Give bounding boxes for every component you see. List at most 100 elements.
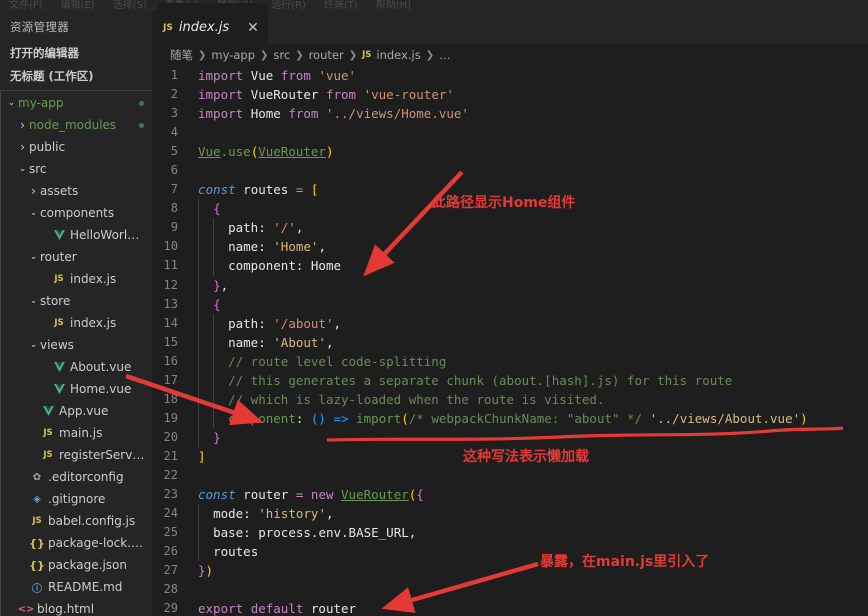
code-line-8[interactable]: 8 {	[152, 199, 868, 218]
tree-item-label: my-app	[18, 96, 64, 110]
code-line-17[interactable]: 17 // this generates a separate chunk (a…	[152, 371, 868, 390]
breadcrumb-item-1[interactable]: my-app	[211, 48, 255, 62]
tree-item-index.js[interactable]: JS index.js	[1, 268, 152, 290]
chevron-down-icon[interactable]: ⌄	[27, 340, 40, 349]
code-line-29[interactable]: 29 export default router	[152, 599, 868, 616]
tree-item-babel.config.js[interactable]: JS babel.config.js	[1, 510, 152, 532]
code-line-24[interactable]: 24 mode: 'history',	[152, 504, 868, 523]
breadcrumb-separator-icon: ❯	[425, 49, 435, 61]
editor-tab-index-js[interactable]: JS index.js ✕	[152, 11, 269, 44]
breadcrumb-item-0[interactable]: 随笔	[170, 47, 193, 63]
tree-item-store[interactable]: ⌄ store	[1, 290, 152, 312]
code-line-26[interactable]: 26 routes	[152, 542, 868, 561]
tree-item-readme.md[interactable]: ⓘ README.md	[1, 576, 152, 598]
tree-item-about.vue[interactable]: About.vue	[1, 356, 152, 378]
code-line-9[interactable]: 9 path: '/',	[152, 218, 868, 237]
tree-item-label: index.js	[70, 316, 117, 330]
tab-bar-empty-area	[268, 11, 868, 44]
code-line-10[interactable]: 10 name: 'Home',	[152, 237, 868, 256]
editor-tab-bar: JS index.js ✕	[152, 11, 868, 44]
code-line-text: {	[213, 201, 221, 217]
file-tree[interactable]: ⌄ my-app › node_modules › public ⌄ src › assets ⌄ c…	[0, 90, 152, 616]
code-line-2[interactable]: 2 import VueRouter from 'vue-router'	[152, 85, 868, 104]
code-line-19[interactable]: 19 component: () => import(/* webpackChu…	[152, 409, 868, 428]
js-file-icon: JS	[54, 274, 64, 284]
code-line-25[interactable]: 25 base: process.env.BASE_URL,	[152, 523, 868, 542]
chevron-down-icon[interactable]: ⌄	[27, 208, 40, 217]
code-line-5[interactable]: 5 Vue.use(VueRouter)	[152, 142, 868, 161]
tree-item-index.js[interactable]: JS index.js	[1, 312, 152, 334]
chevron-down-icon[interactable]: ⌄	[27, 296, 40, 305]
code-line-3[interactable]: 3 import Home from '../views/Home.vue'	[152, 104, 868, 123]
tree-item-app.vue[interactable]: App.vue	[1, 400, 152, 422]
menu-item-run[interactable]: 运行(R)	[262, 0, 315, 11]
explorer-sidebar: 资源管理器 打开的编辑器 无标题 (工作区) ⌄ my-app › node_modu…	[0, 11, 152, 616]
js-file-icon: JS	[54, 318, 64, 328]
code-editor[interactable]: 1 import Vue from 'vue' 2 import VueRouter …	[152, 66, 868, 616]
menu-item-terminal[interactable]: 终端(T)	[315, 0, 367, 11]
open-editors-section[interactable]: 打开的编辑器	[0, 42, 152, 64]
tree-item-node_modules[interactable]: › node_modules	[1, 114, 152, 136]
menu-item-edit[interactable]: 编辑(E)	[52, 0, 104, 11]
tree-item-views[interactable]: ⌄ views	[1, 334, 152, 356]
line-number: 1	[170, 68, 178, 82]
line-number: 15	[163, 334, 178, 349]
line-number: 14	[163, 315, 178, 330]
code-line-16[interactable]: 16 // route level code-splitting	[152, 352, 868, 371]
code-line-20[interactable]: 20 }	[152, 428, 868, 447]
menu-item-help[interactable]: 帮助(H)	[367, 0, 420, 11]
tree-item-.editorconfig[interactable]: ✿ .editorconfig	[1, 466, 152, 488]
breadcrumb-item-2[interactable]: src	[273, 48, 290, 62]
tree-item-helloworld.vue[interactable]: HelloWorld.vue	[1, 224, 152, 246]
line-number: 26	[163, 544, 178, 559]
code-line-1[interactable]: 1 import Vue from 'vue'	[152, 66, 868, 85]
tree-item-main.js[interactable]: JS main.js	[1, 422, 152, 444]
tree-item-my-app[interactable]: ⌄ my-app	[1, 92, 152, 114]
code-line-15[interactable]: 15 name: 'About',	[152, 333, 868, 352]
tree-item-label: babel.config.js	[48, 514, 136, 528]
tree-item-.gitignore[interactable]: ◈ .gitignore	[1, 488, 152, 510]
code-line-22[interactable]: 22	[152, 466, 868, 485]
tree-item-registerservicew...[interactable]: JS registerServiceW...	[1, 444, 152, 466]
tree-item-assets[interactable]: › assets	[1, 180, 152, 202]
tree-item-label: HelloWorld.vue	[70, 228, 146, 242]
tree-item-package-lock.json[interactable]: {} package-lock.json	[1, 532, 152, 554]
code-line-6[interactable]: 6	[152, 161, 868, 180]
code-line-11[interactable]: 11 component: Home	[152, 256, 868, 275]
chevron-right-icon[interactable]: ›	[16, 140, 29, 154]
tree-item-package.json[interactable]: {} package.json	[1, 554, 152, 576]
git-status-dot	[139, 101, 144, 106]
code-line-14[interactable]: 14 path: '/about',	[152, 314, 868, 333]
tree-item-public[interactable]: › public	[1, 136, 152, 158]
breadcrumb-item-3[interactable]: router	[309, 48, 344, 62]
tree-item-blog.html[interactable]: <> blog.html	[1, 598, 152, 616]
code-line-27[interactable]: 27})	[152, 561, 868, 580]
code-line-13[interactable]: 13 {	[152, 295, 868, 314]
code-line-23[interactable]: 23 const router = new VueRouter({	[152, 485, 868, 504]
breadcrumb-item-5[interactable]: …	[439, 48, 451, 62]
menu-item-select[interactable]: 选择(S)	[104, 0, 156, 11]
json-file-icon: {}	[29, 536, 45, 550]
code-line-18[interactable]: 18 // which is lazy-loaded when the rout…	[152, 390, 868, 409]
code-line-21[interactable]: 21]	[152, 447, 868, 466]
close-icon[interactable]: ✕	[247, 21, 259, 35]
breadcrumb[interactable]: 随笔 ❯ my-app ❯ src ❯ router ❯ JS index.js ❯…	[152, 44, 868, 66]
code-line-28[interactable]: 28	[152, 580, 868, 599]
chevron-right-icon[interactable]: ›	[27, 184, 40, 198]
chevron-right-icon[interactable]: ›	[16, 118, 29, 132]
tree-item-src[interactable]: ⌄ src	[1, 158, 152, 180]
chevron-down-icon[interactable]: ⌄	[27, 252, 40, 261]
chevron-down-icon[interactable]: ⌄	[5, 98, 18, 107]
chevron-down-icon[interactable]: ⌄	[16, 164, 29, 173]
code-line-4[interactable]: 4	[152, 123, 868, 142]
tree-item-home.vue[interactable]: Home.vue	[1, 378, 152, 400]
breadcrumb-item-4[interactable]: index.js	[376, 48, 420, 62]
line-number: 28	[163, 582, 178, 597]
code-line-12[interactable]: 12 },	[152, 276, 868, 295]
code-line-7[interactable]: 7 const routes = [	[152, 180, 868, 199]
tree-item-router[interactable]: ⌄ router	[1, 246, 152, 268]
menu-item-file[interactable]: 文件(F)	[0, 0, 52, 11]
workspace-section[interactable]: 无标题 (工作区)	[0, 64, 152, 88]
workbench-body: 资源管理器 打开的编辑器 无标题 (工作区) ⌄ my-app › node_modu…	[0, 11, 868, 616]
tree-item-components[interactable]: ⌄ components	[1, 202, 152, 224]
